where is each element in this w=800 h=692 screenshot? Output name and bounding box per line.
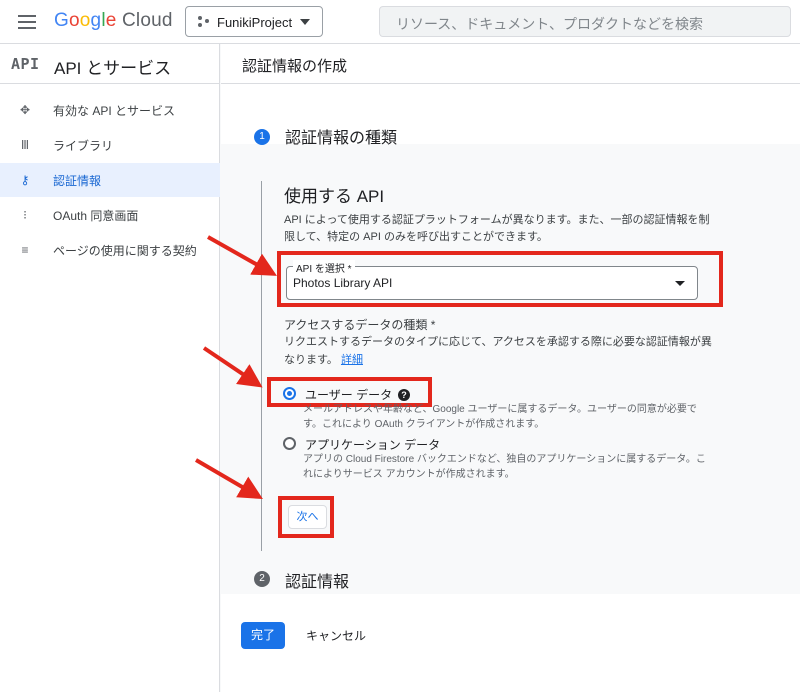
step-connector	[261, 181, 262, 551]
highlight-box-next	[278, 496, 334, 538]
project-name: FunikiProject	[217, 15, 293, 30]
top-app-bar: Google Cloud FunikiProject リソース、ドキュメント、プ…	[0, 0, 800, 44]
step2-number: 2	[254, 571, 270, 587]
step1-title: 認証情報の種類	[285, 130, 398, 147]
cancel-button[interactable]: キャンセル	[306, 627, 366, 644]
step1-number: 1	[254, 129, 270, 145]
sidebar-title: API とサービス	[54, 59, 172, 78]
settings-list-icon: ≡	[21, 243, 29, 257]
main-content: 認証情報の作成 1 認証情報の種類 使用する API API によって使用する認…	[221, 44, 800, 692]
search-input[interactable]: リソース、ドキュメント、プロダクトなどを検索	[379, 6, 791, 37]
data-type-description: リクエストするデータのタイプに応じて、アクセスを承認する際に必要な認証情報が異な…	[284, 336, 712, 366]
section-description: API によって使用する認証プラットフォームが異なります。また、一部の認証情報を…	[284, 214, 710, 243]
sidebar-item-library[interactable]: Ⅲ ライブラリ	[0, 128, 220, 162]
learn-more-link[interactable]: 詳細	[341, 354, 363, 366]
menu-icon[interactable]	[18, 15, 36, 29]
consent-icon: ⁝	[23, 208, 27, 222]
sidebar: API API とサービス ✥ 有効な API とサービス Ⅲ ライブラリ ⚷ …	[0, 44, 220, 692]
section-title: 使用する API	[284, 187, 385, 206]
done-button[interactable]: 完了	[241, 622, 285, 649]
sidebar-header: API API とサービス	[0, 44, 220, 84]
highlight-box-api-select	[277, 251, 723, 307]
radio-user-data-description: メールアドレスや年齢など、Google ユーザーに属するデータ。ユーザーの同意が…	[303, 404, 697, 430]
google-cloud-logo[interactable]: Google Cloud	[54, 10, 173, 32]
page-title: 認証情報の作成	[242, 58, 348, 75]
sidebar-item-page-usage-agreements[interactable]: ≡ ページの使用に関する契約	[0, 233, 220, 267]
sidebar-item-credentials[interactable]: ⚷ 認証情報	[0, 163, 220, 197]
page-header: 認証情報の作成	[221, 44, 800, 84]
library-icon: Ⅲ	[20, 138, 30, 152]
radio-application-data-description: アプリの Cloud Firestore バックエンドなど、独自のアプリケーショ…	[303, 454, 706, 480]
sidebar-item-enabled-apis[interactable]: ✥ 有効な API とサービス	[0, 93, 220, 127]
project-selector[interactable]: FunikiProject	[185, 6, 323, 37]
sidebar-item-oauth-consent[interactable]: ⁝ OAuth 同意画面	[0, 198, 220, 232]
api-diamond-icon: ✥	[19, 103, 31, 117]
project-icon	[198, 16, 210, 28]
chevron-down-icon	[300, 19, 310, 25]
key-icon: ⚷	[20, 173, 30, 187]
data-type-label: アクセスするデータの種類 *	[284, 318, 436, 332]
api-icon: API	[11, 55, 40, 73]
search-placeholder: リソース、ドキュメント、プロダクトなどを検索	[396, 16, 704, 32]
radio-application-data[interactable]	[283, 437, 296, 450]
radio-application-data-label[interactable]: アプリケーション データ	[305, 436, 440, 453]
step2-title: 認証情報	[285, 574, 350, 591]
